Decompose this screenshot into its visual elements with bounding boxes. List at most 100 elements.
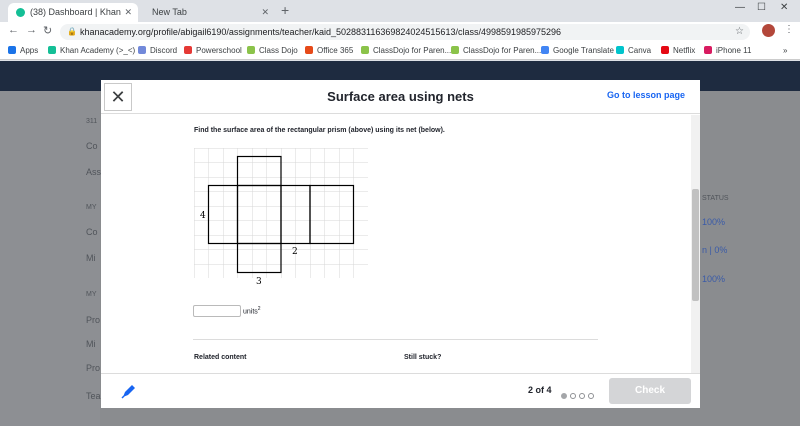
background-sidebar — [0, 91, 100, 426]
url-text: khanacademy.org/profile/abigail6190/assi… — [80, 27, 562, 37]
bookmark-label: Khan Academy (>_<) — [60, 46, 136, 55]
bg-sidebar-label: Co — [86, 141, 98, 151]
bg-status-value: 100% — [702, 217, 726, 227]
bookmark-label: ClassDojo for Paren... — [463, 46, 542, 55]
label-height: 4 — [200, 211, 206, 221]
bookmark-label: Apps — [20, 46, 39, 55]
go-to-lesson-link[interactable]: Go to lesson page — [607, 90, 685, 100]
bg-sidebar-label: Mi — [86, 253, 96, 263]
answer-input[interactable] — [193, 305, 241, 317]
close-tab-icon[interactable]: ✕ — [124, 3, 132, 22]
profile-avatar[interactable] — [762, 24, 775, 37]
window-close-icon[interactable]: ✕ — [780, 2, 788, 13]
canva-icon — [616, 46, 624, 54]
back-icon[interactable]: ← — [8, 24, 19, 36]
khan-favicon-icon — [16, 8, 25, 17]
classdojo-icon — [361, 46, 369, 54]
bg-sidebar-label: MY — [86, 291, 97, 298]
forward-icon[interactable]: → — [26, 24, 37, 36]
bookmark-canva[interactable]: Canva — [616, 42, 651, 60]
label-depth: 2 — [292, 247, 298, 257]
bg-status-value: 100% — [702, 274, 726, 284]
units-label: units2 — [243, 306, 261, 315]
bookmark-label: Office 365 — [317, 46, 354, 55]
netflix-icon — [661, 46, 669, 54]
maximize-icon[interactable]: ☐ — [757, 2, 766, 13]
related-content-heading: Related content — [194, 354, 247, 361]
progress-dot — [588, 393, 594, 399]
bg-sidebar-label: Co — [86, 227, 98, 237]
iphone-icon — [704, 46, 712, 54]
modal-body: Find the surface area of the rectangular… — [101, 115, 700, 373]
bookmark-label: Powerschool — [196, 46, 242, 55]
label-width: 3 — [256, 277, 262, 287]
bookmarks-bar: Apps Khan Academy (>_<) Discord Powersch… — [0, 42, 800, 60]
bg-sidebar-label: Pro — [86, 315, 101, 325]
reload-icon[interactable]: ↻ — [43, 24, 52, 37]
bookmark-star-icon[interactable]: ☆ — [735, 24, 744, 40]
bookmark-iphone-11[interactable]: iPhone 11 — [704, 42, 751, 60]
exercise-modal: ✕ Surface area using nets Go to lesson p… — [101, 80, 700, 408]
modal-scrollbar[interactable] — [691, 115, 700, 373]
bookmark-classdojo-parents-1[interactable]: ClassDojo for Paren... — [361, 42, 451, 60]
classdojo-icon — [247, 46, 255, 54]
bg-sidebar-label: Tea — [86, 391, 101, 401]
browser-menu-icon[interactable]: ⋮ — [784, 24, 794, 35]
khan-icon — [48, 46, 56, 54]
bookmark-classdojo-parents-2[interactable]: ClassDojo for Paren... — [451, 42, 541, 60]
check-button[interactable]: Check — [609, 378, 691, 404]
discord-icon — [138, 46, 146, 54]
progress-dots — [561, 386, 597, 404]
bookmark-label: Canva — [628, 46, 652, 55]
still-stuck-heading: Still stuck? — [404, 354, 442, 361]
office-icon — [305, 46, 313, 54]
bookmark-powerschool[interactable]: Powerschool — [184, 42, 242, 60]
tab-khan-academy[interactable]: (38) Dashboard | Khan Academy ✕ — [8, 3, 138, 36]
bookmark-label: ClassDojo for Paren... — [373, 46, 452, 55]
bookmark-apps[interactable]: Apps — [8, 42, 38, 60]
tab-strip: (38) Dashboard | Khan Academy ✕ New Tab … — [0, 0, 800, 36]
bookmark-label: Discord — [150, 46, 178, 55]
browser-toolbar: ← → ↻ 🔒 khanacademy.org/profile/abigail6… — [0, 22, 800, 42]
bookmark-netflix[interactable]: Netflix — [661, 42, 695, 60]
bookmark-label: Class Dojo — [259, 46, 298, 55]
bg-sidebar-label: Ass — [86, 167, 102, 177]
progress-count: 2 of 4 — [528, 385, 552, 395]
minimize-icon[interactable]: — — [735, 2, 745, 13]
bg-sidebar-label: Mi — [86, 339, 96, 349]
bg-sidebar-label: 311 — [86, 118, 98, 125]
powerschool-icon — [184, 46, 192, 54]
bookmark-label: Google Translate — [553, 46, 614, 55]
units-text: units — [243, 308, 258, 316]
bookmark-office-365[interactable]: Office 365 — [305, 42, 353, 60]
scratchpad-pencil-icon[interactable] — [121, 383, 137, 399]
lock-icon: 🔒 — [67, 27, 77, 36]
bookmark-discord[interactable]: Discord — [138, 42, 177, 60]
new-tab-icon[interactable]: + — [281, 2, 289, 18]
units-exponent: 2 — [257, 306, 261, 312]
more-bookmarks-icon[interactable]: » — [783, 42, 787, 60]
bg-status-value: n | 0% — [702, 245, 728, 255]
question-prompt: Find the surface area of the rectangular… — [194, 127, 445, 134]
google-icon — [541, 46, 549, 54]
tab-new-tab[interactable]: New Tab ✕ — [140, 3, 275, 22]
address-bar[interactable]: 🔒 khanacademy.org/profile/abigail6190/as… — [60, 24, 750, 40]
bookmark-label: iPhone 11 — [716, 46, 752, 55]
progress-dot — [579, 393, 585, 399]
tab-label: New Tab — [152, 7, 187, 17]
bg-sidebar-label: Pro — [86, 363, 101, 373]
scroll-thumb[interactable] — [692, 189, 699, 301]
close-tab-icon[interactable]: ✕ — [261, 3, 269, 22]
progress-dot-complete — [561, 393, 567, 399]
classdojo-icon — [451, 46, 459, 54]
bookmark-label: Netflix — [673, 46, 696, 55]
progress-dot-current — [570, 393, 576, 399]
modal-footer: 2 of 4 Check — [101, 373, 700, 408]
modal-header: ✕ Surface area using nets Go to lesson p… — [101, 80, 700, 114]
bookmark-google-translate[interactable]: Google Translate — [541, 42, 614, 60]
prism-net-figure: 4 2 3 — [194, 148, 368, 287]
apps-grid-icon — [8, 46, 16, 54]
bookmark-class-dojo[interactable]: Class Dojo — [247, 42, 298, 60]
content-divider — [193, 339, 598, 340]
bookmark-khan-academy[interactable]: Khan Academy (>_<) — [48, 42, 135, 60]
